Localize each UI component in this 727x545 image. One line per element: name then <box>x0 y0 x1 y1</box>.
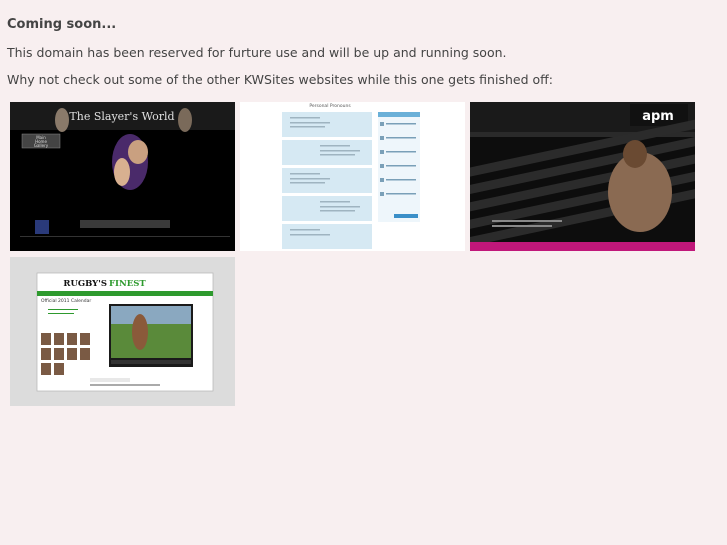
page: Coming soon... This domain has been rese… <box>0 0 727 545</box>
rugby-calendar-subtitle: Official 2011 Calendar <box>41 298 91 304</box>
other-sites-message: Why not check out some of the other KWSi… <box>7 72 553 87</box>
site-thumbnail-slayers-world[interactable]: The Slayer's World Main Home Gallery <box>10 102 235 251</box>
personal-pronouns-title: Personal Pronouns <box>309 103 351 109</box>
slayers-world-screenshot: The Slayer's World Main Home Gallery <box>10 102 235 251</box>
slayers-world-title: The Slayer's World <box>69 110 174 123</box>
apm-screenshot: apm <box>470 102 695 251</box>
slayers-menu-gallery: Gallery <box>34 143 49 148</box>
page-heading: Coming soon... <box>7 17 117 32</box>
reserved-message: This domain has been reserved for furtur… <box>7 45 507 60</box>
rugby-title-part2: FINEST <box>109 279 146 289</box>
site-thumbnail-apm[interactable]: apm <box>470 102 695 251</box>
rugby-title-part1: RUGBY'S <box>63 279 107 289</box>
rugbys-finest-screenshot: RUGBY'S FINEST Official 2011 Calendar <box>10 257 235 406</box>
personal-pronouns-screenshot: Personal Pronouns <box>240 102 465 251</box>
site-thumbnail-rugbys-finest[interactable]: RUGBY'S FINEST Official 2011 Calendar <box>10 257 235 406</box>
apm-logo: apm <box>642 109 674 124</box>
site-thumbnail-personal-pronouns[interactable]: Personal Pronouns <box>240 102 465 251</box>
